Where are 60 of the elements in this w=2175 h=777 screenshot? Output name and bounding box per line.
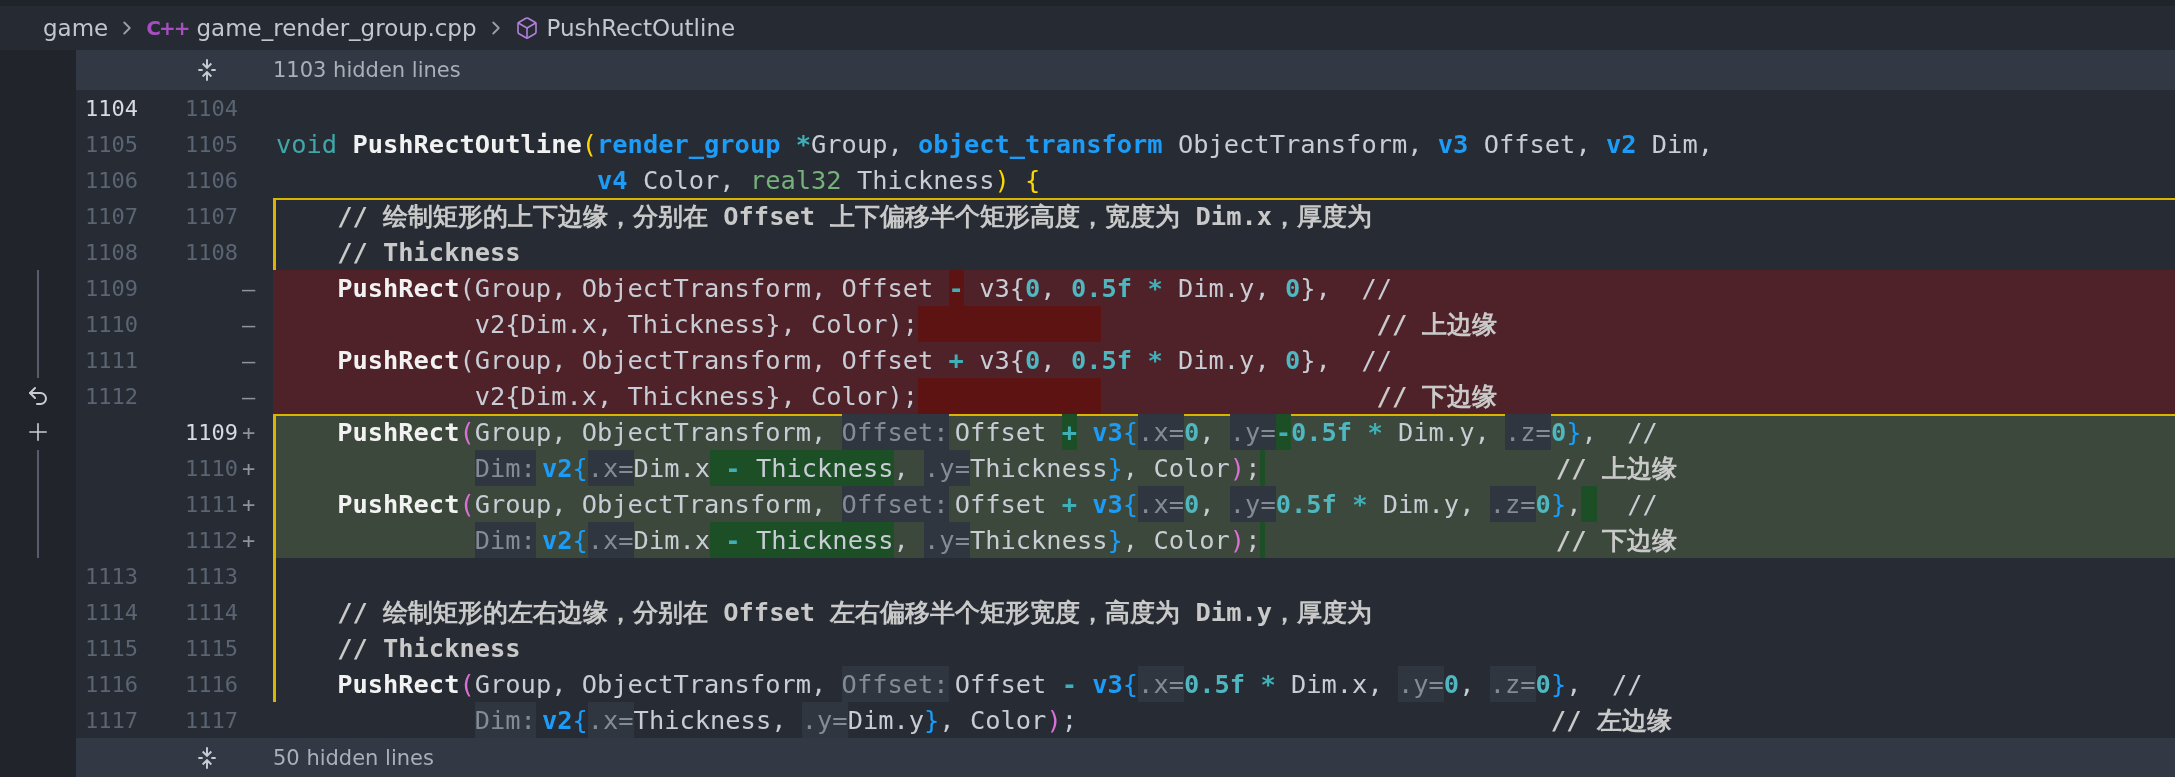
- code-line: v4 Color, real32 Thickness) {: [596, 164, 1041, 197]
- line-number: 1114: [185, 599, 239, 625]
- cube-icon: [514, 16, 539, 40]
- line-number: 1111: [185, 491, 239, 517]
- hidden-lines-label[interactable]: 50 hidden lines: [273, 746, 434, 770]
- line-number: 1112: [85, 383, 139, 409]
- line-number: 1111: [85, 347, 139, 373]
- line-number: 1116: [185, 671, 239, 697]
- line-number: 1117: [85, 707, 139, 733]
- line-number: 1104: [185, 95, 239, 121]
- line-number: 1115: [185, 635, 239, 661]
- code-line: PushRect(Group, ObjectTransform, Offset: Offset + v3{.x=0, .y=0.5f * Dim.y, .z=0}, //: [276, 486, 1658, 522]
- line-number: 1107: [85, 203, 139, 229]
- line-number: 1108: [185, 239, 239, 265]
- breadcrumb-item[interactable]: game: [43, 15, 109, 41]
- diff-marker: —: [242, 275, 256, 301]
- line-number: 1110: [85, 311, 139, 337]
- code-line: v2{Dim.x, Thickness}, Color); // 上边缘: [276, 306, 1498, 342]
- diff-marker: +: [242, 419, 256, 445]
- diff-marker: —: [242, 311, 256, 337]
- code-line: // Thickness: [336, 236, 521, 269]
- line-number: 1116: [85, 671, 139, 697]
- diff-marker: —: [242, 383, 256, 409]
- line-number: 1112: [185, 527, 239, 553]
- diff-marker: +: [242, 527, 256, 553]
- line-number: 1106: [185, 167, 239, 193]
- code-line: Dim: v2{.x=Dim.x - Thickness, .y=Thickness}, Color); // 下边缘: [276, 522, 1677, 558]
- code-line: PushRect(Group, ObjectTransform, Offset - v3{0, 0.5f * Dim.y, 0}, //: [276, 270, 1392, 306]
- code-line: v2{Dim.x, Thickness}, Color); // 下边缘: [276, 378, 1498, 414]
- line-number: 1114: [85, 599, 139, 625]
- line-number: 1108: [85, 239, 139, 265]
- line-number: 1106: [85, 167, 139, 193]
- code-line: PushRect(Group, ObjectTransform, Offset: Offset - v3{.x=0.5f * Dim.x, .y=0, .z=0}, //: [276, 666, 1643, 702]
- line-number: 1107: [185, 203, 239, 229]
- code-line: PushRect(Group, ObjectTransform, Offset: Offset + v3{.x=0, .y=-0.5f * Dim.y, .z=0}, //: [276, 414, 1658, 450]
- line-number: 1104: [85, 95, 139, 121]
- line-number: 1105: [185, 131, 239, 157]
- code-line: void PushRectOutline(render_group *Group, object_transform ObjectTransform, v3 Offset, v2 Dim,: [276, 128, 1713, 161]
- breadcrumb-item[interactable]: PushRectOutline: [546, 15, 736, 41]
- code-line: PushRect(Group, ObjectTransform, Offset + v3{0, 0.5f * Dim.y, 0}, //: [336, 344, 1392, 377]
- revert-icon[interactable]: [26, 384, 50, 408]
- code-line: // 绘制矩形的左右边缘，分别在 Offset 左右偏移半个矩形宽度，高度为 Dim.y，厚度为: [336, 596, 1372, 629]
- diff-marker: +: [242, 491, 256, 517]
- code-line: Dim: v2{.x=Thickness, .y=Dim.y}, Color); // 左边缘: [276, 702, 1672, 738]
- hidden-lines-label[interactable]: 1103 hidden lines: [273, 58, 461, 82]
- code-line: // 绘制矩形的上下边缘，分别在 Offset 上下偏移半个矩形高度，宽度为 Dim.x，厚度为: [336, 200, 1372, 233]
- line-number: 1113: [85, 563, 139, 589]
- line-number: 1109: [85, 275, 139, 301]
- line-number: 1113: [185, 563, 239, 589]
- line-number: 1105: [85, 131, 139, 157]
- diff-marker: +: [242, 455, 256, 481]
- line-number: 1110: [185, 455, 239, 481]
- diff-marker: —: [242, 347, 256, 373]
- line-number: 1115: [85, 635, 139, 661]
- breadcrumb-item[interactable]: game_render_group.cpp: [196, 15, 477, 41]
- code-line: Dim: v2{.x=Dim.x - Thickness, .y=Thickness}, Color); // 上边缘: [276, 450, 1677, 486]
- line-number: 1117: [185, 707, 239, 733]
- cpp-file-icon: C++: [146, 16, 189, 40]
- code-line: // Thickness: [336, 632, 521, 665]
- line-number: 1109: [185, 419, 239, 445]
